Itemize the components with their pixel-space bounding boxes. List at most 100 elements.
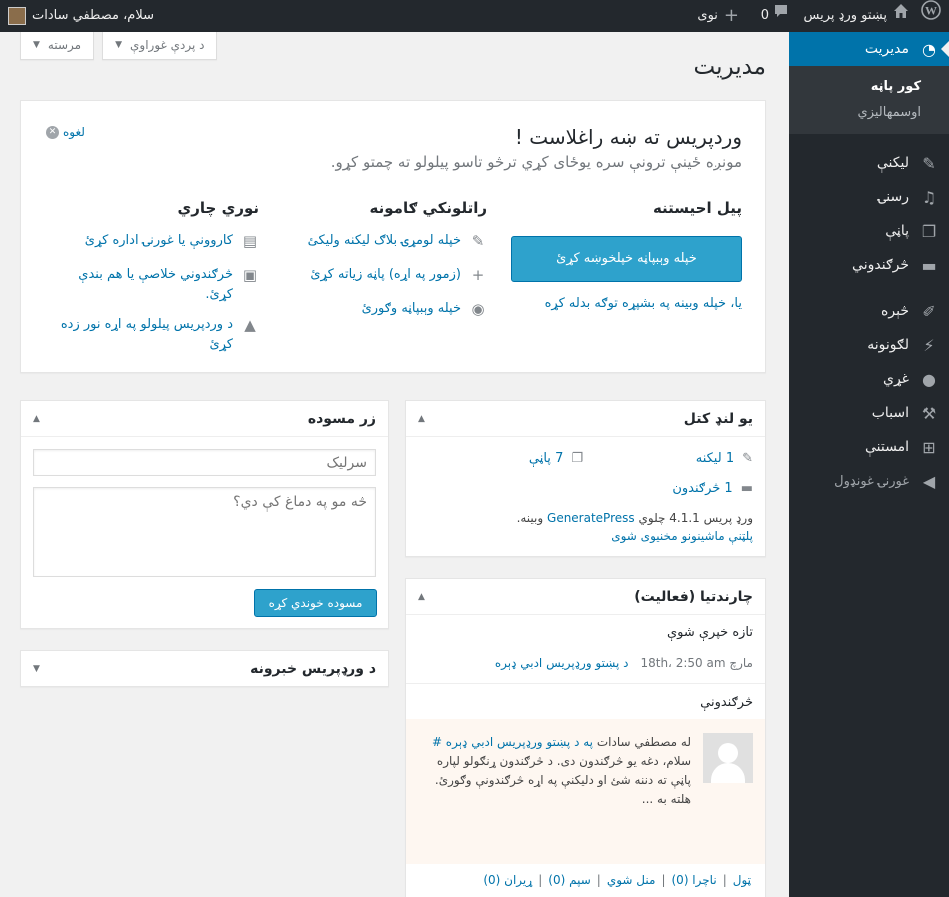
dismiss-link[interactable]: لغوه ✕ [46, 125, 85, 139]
version-text: ورډ پریس 4.1.1 چلوي [634, 511, 753, 525]
posts-count-link[interactable]: 1 لیکنه [696, 451, 734, 466]
site-name: پښتو ورډ پریس [803, 8, 887, 23]
list-item: ▲ د وردپریس پیلولو په اړه نور زده کړئ [49, 315, 259, 355]
pages-count-link[interactable]: 7 پاڼې [529, 451, 563, 466]
my-account-link[interactable]: سلام، مصطفي سادات [8, 0, 154, 32]
list-item: ▤ کاروونې یا غورنۍ اداره کړئ [49, 231, 259, 251]
main-content: مرسته ▼ د پردې غوراوې ▼ مديريت وردپریس ت… [0, 32, 789, 897]
toggle-arrow-icon[interactable]: ▲ [418, 579, 425, 615]
triangle-down-icon: ▼ [115, 40, 123, 50]
pages-icon: ❐ [571, 451, 583, 466]
toggle-arrow-icon[interactable]: ▲ [33, 401, 40, 437]
svg-text:W: W [925, 4, 937, 18]
search-engines-discouraged-link[interactable]: پلټنې ماشینونو مخنیوی شوی [611, 529, 753, 543]
wordpress-logo-icon[interactable]: W [913, 0, 949, 32]
version-tail: وبینه. [516, 511, 548, 525]
get-started-heading: پیل احیستنه [652, 199, 742, 217]
comments-heading: څرګندونې [700, 695, 753, 710]
comment-post-link[interactable]: په د پښتو ورډپریس ادبي ډېره # [432, 735, 593, 749]
submenu-item-home[interactable]: کور پاڼه [789, 74, 949, 100]
view-site-link[interactable]: خپله وېبپاڼه وګورئ [362, 299, 461, 319]
customize-site-button[interactable]: خپله وېبپاڼه خپلخوښه کړئ [511, 236, 742, 282]
collapse-menu-button[interactable]: ◀ غورنۍ غونډول [789, 464, 949, 498]
screen-options-label: د پردې غوراوې [130, 38, 205, 52]
sidebar-item-label: مديريت [864, 41, 909, 57]
collapse-label: غورنۍ غونډول [834, 473, 909, 489]
submenu-item-updates[interactable]: اوسمهالیزي [789, 100, 949, 126]
theme-link[interactable]: GeneratePress [547, 511, 635, 525]
dashboard-gauge-icon: ◔ [922, 39, 936, 59]
new-label: نوی [697, 8, 718, 23]
filter-spam-link[interactable]: سپم (0) [548, 873, 591, 887]
collapse-arrow-icon: ◀ [922, 471, 936, 491]
filter-pending-link[interactable]: ناچرا (0) [671, 873, 716, 887]
sidebar-item-plugins[interactable]: ⚡ لګونونه [789, 328, 949, 362]
pushpin-icon: ✎ [742, 451, 753, 466]
settings-sliders-icon: ⊞ [922, 437, 936, 457]
comment-icon: ▬ [921, 255, 937, 275]
recent-post-row: مارچ 18th، 2:50 am د پښتو ورډپریس ادبي ډ… [495, 656, 753, 670]
glance-pages: ❐ 7 پاڼې [529, 451, 583, 466]
widget-title: زر مسوده [307, 411, 376, 427]
site-name-link[interactable]: پښتو ورډ پریس [804, 0, 909, 32]
sidebar-item-pages[interactable]: ❐ پاڼې [789, 214, 949, 248]
screen-options-button[interactable]: د پردې غوراوې ▼ [102, 32, 218, 60]
new-content-link[interactable]: + نوی [697, 0, 739, 32]
filter-approved-link[interactable]: منل شوي [607, 873, 656, 887]
triangle-down-icon: ▼ [33, 40, 40, 50]
sidebar-item-comments[interactable]: ▬ څرګندوني [789, 248, 949, 282]
sidebar-item-label: امستنې [865, 439, 909, 455]
toggle-arrow-icon[interactable]: ▲ [418, 401, 425, 437]
write-first-post-link[interactable]: خپله لومړۍ بلاګ لیکنه ولیکئ [308, 231, 461, 251]
change-theme-link[interactable]: یا، خپله وبینه په بشپړه توګه بدله کړه [545, 296, 742, 311]
recently-published-heading: تازه خپرې شوې [666, 625, 753, 640]
avatar [8, 7, 26, 25]
widget-header[interactable]: یو لنډ کتل ▲ [406, 401, 765, 437]
sidebar-item-posts[interactable]: ✎ ليکنې [789, 146, 949, 180]
draft-content-textarea[interactable] [33, 487, 376, 577]
recent-post-link[interactable]: د پښتو ورډپریس ادبي ډېره [495, 656, 629, 670]
sidebar-item-appearance[interactable]: ✐ څېره [789, 294, 949, 328]
plus-icon: + [471, 266, 485, 284]
comments-count-link[interactable]: 1 څرګندون [672, 481, 732, 496]
sidebar-item-label: اسباب [871, 405, 909, 421]
welcome-panel: وردپریس ته ښه راغلاست ! مونږه ځینې ترونې… [20, 100, 766, 373]
comment-item: له مصطفي سادات په د پښتو ورډپریس ادبي ډې… [406, 719, 765, 864]
activity-widget: چارندتیا (فعالیت) ▲ تازه خپرې شوې مارچ 1… [405, 578, 766, 897]
manage-widgets-link[interactable]: کاروونې یا غورنۍ اداره کړئ [85, 231, 233, 251]
help-tab-button[interactable]: مرسته ▼ [20, 32, 95, 60]
sidebar-item-users[interactable]: ● غړي [789, 362, 949, 396]
edit-pencil-icon: ✎ [471, 232, 485, 250]
sidebar-item-tools[interactable]: ⚒ اسباب [789, 396, 949, 430]
glance-comments: ▬ 1 څرګندون [672, 481, 753, 496]
widget-header[interactable]: د ورډپریس خبرونه ▼ [21, 651, 388, 687]
sidebar-item-label: څرګندوني [852, 257, 909, 273]
glance-posts: ✎ 1 لیکنه [696, 451, 753, 466]
comment-icon: ▬ [740, 481, 753, 496]
more-actions-heading: نوري چاري [177, 199, 259, 217]
widget-header[interactable]: زر مسوده ▲ [21, 401, 388, 437]
toggle-comments-link[interactable]: څرګندوني خلاصې یا هم بندې کړئ. [49, 265, 233, 305]
sidebar-item-media[interactable]: ♫ رسنۍ [789, 180, 949, 214]
learn-more-link[interactable]: د وردپریس پیلولو په اړه نور زده کړئ [49, 315, 233, 355]
comments-link[interactable]: 0 [761, 0, 789, 32]
save-draft-button[interactable]: مسوده خوندي کړه [254, 589, 377, 617]
comment-content: له مصطفي سادات په د پښتو ورډپریس ادبي ډې… [421, 733, 691, 809]
toggle-arrow-icon[interactable]: ▼ [33, 651, 40, 687]
sidebar-item-settings[interactable]: ⊞ امستنې [789, 430, 949, 464]
sidebar-item-dashboard[interactable]: ◔ مديريت [789, 32, 949, 66]
media-icon: ♫ [921, 187, 937, 207]
list-item: + (زمور په اړه) پاڼه زیاته کړئ [310, 265, 487, 285]
filter-all-link[interactable]: ټول [733, 873, 751, 887]
draft-title-input[interactable] [33, 449, 376, 476]
comment-author: له مصطفي سادات [596, 735, 691, 749]
filter-trash-link[interactable]: ړیران (0) [483, 873, 532, 887]
comment-excerpt: سلام، دغه یو څرګندون دی. د څرګندون ړنګول… [434, 754, 691, 806]
widget-header[interactable]: چارندتیا (فعالیت) ▲ [406, 579, 765, 615]
list-item: ◉ خپله وېبپاڼه وګورئ [362, 299, 487, 319]
widget-title: یو لنډ کتل [683, 411, 753, 427]
add-about-page-link[interactable]: (زمور په اړه) پاڼه زیاته کړئ [310, 265, 461, 285]
next-steps-heading: راتلونکي ګامونه [369, 199, 487, 217]
sidebar-item-label: ليکنې [876, 155, 909, 171]
sidebar-item-label: څېره [881, 303, 909, 319]
